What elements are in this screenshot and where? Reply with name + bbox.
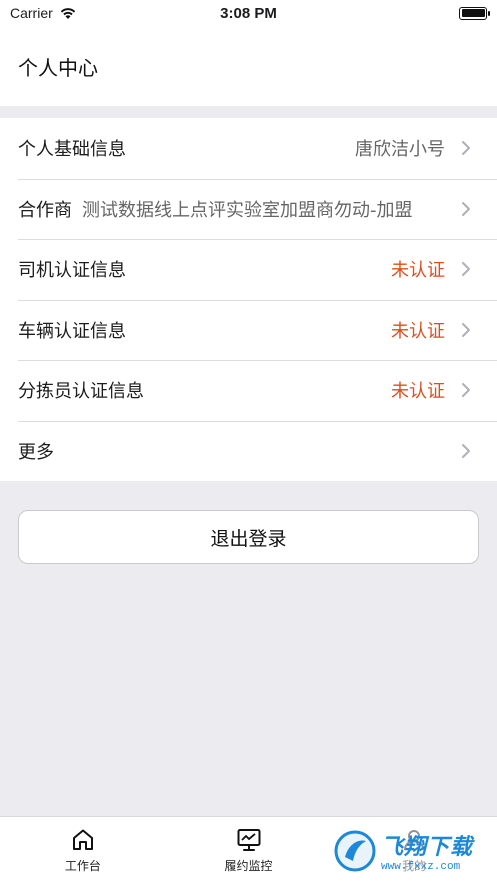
menu-item-vehicle-certification[interactable]: 车辆认证信息 未认证	[0, 299, 497, 361]
menu-item-driver-certification[interactable]: 司机认证信息 未认证	[0, 239, 497, 300]
menu-item-sorter-certification[interactable]: 分拣员认证信息 未认证	[0, 360, 497, 421]
watermark-title: 飞翔下载	[381, 835, 474, 860]
chevron-right-icon	[462, 201, 470, 216]
chevron-right-icon	[462, 443, 470, 458]
chevron-right-icon	[462, 141, 470, 156]
menu-item-partner[interactable]: 合作商 测试数据线上点评实验室加盟商勿动-加盟	[0, 178, 497, 240]
wifi-icon	[60, 8, 75, 19]
menu-item-label: 合作商	[18, 199, 72, 221]
page-title: 个人中心	[18, 55, 98, 80]
watermark-logo: 飞翔下载 www.fxxz.com	[329, 824, 485, 878]
tab-workbench[interactable]: 工作台	[0, 817, 166, 883]
tab-fulfillment-monitor[interactable]: 履约监控	[166, 817, 332, 883]
chevron-right-icon	[462, 262, 470, 277]
menu-item-more[interactable]: 更多	[0, 420, 497, 482]
menu-item-value: 测试数据线上点评实验室加盟商勿动-加盟	[82, 199, 413, 221]
status-bar: Carrier 3:08 PM	[0, 0, 497, 26]
carrier-label: Carrier	[10, 5, 53, 21]
home-icon	[72, 829, 93, 850]
tab-label: 履约监控	[224, 859, 273, 873]
page-header: 个人中心	[0, 26, 497, 106]
menu-item-label: 车辆认证信息	[18, 320, 126, 342]
menu-item-value: 唐欣洁小号	[355, 139, 445, 161]
watermark-url: www.fxxz.com	[381, 861, 461, 873]
menu-item-basic-info[interactable]: 个人基础信息 唐欣洁小号	[0, 118, 497, 179]
menu-item-label: 司机认证信息	[18, 260, 126, 282]
carrier-indicator: Carrier	[10, 5, 77, 21]
logout-button[interactable]: 退出登录	[18, 510, 479, 564]
status-badge: 未认证	[391, 260, 445, 282]
status-badge: 未认证	[391, 320, 445, 342]
battery-level	[461, 9, 485, 17]
tab-label: 工作台	[64, 859, 101, 873]
profile-menu-list: 个人基础信息 唐欣洁小号 合作商 测试数据线上点评实验室加盟商勿动-加盟 司机认…	[0, 118, 497, 481]
chevron-right-icon	[462, 322, 470, 337]
menu-item-label: 分拣员认证信息	[18, 381, 144, 403]
menu-item-label: 个人基础信息	[18, 139, 126, 161]
watermark-text: 飞翔下载 www.fxxz.com	[381, 829, 473, 873]
status-badge: 未认证	[391, 381, 445, 403]
chevron-right-icon	[462, 383, 470, 398]
monitor-icon	[237, 829, 260, 851]
watermark-emblem-icon	[334, 830, 376, 872]
menu-item-label: 更多	[18, 441, 54, 463]
battery-icon	[459, 6, 490, 20]
